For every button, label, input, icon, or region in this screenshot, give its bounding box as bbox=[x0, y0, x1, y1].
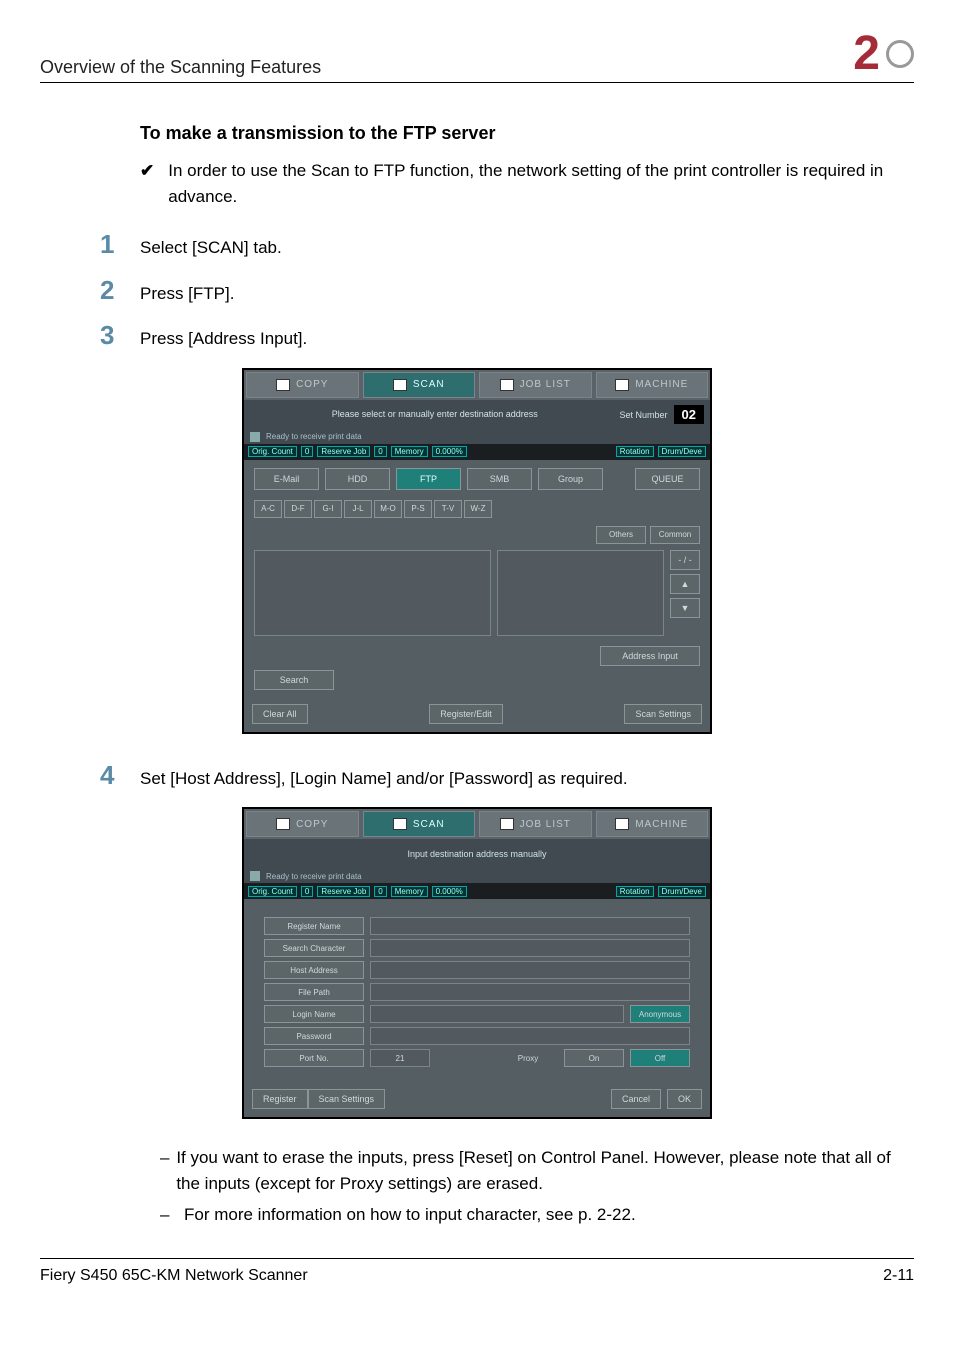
tab-copy[interactable]: COPY bbox=[246, 372, 359, 398]
password-button[interactable]: Password bbox=[264, 1027, 364, 1045]
step-number: 1 bbox=[100, 229, 140, 260]
ready-text: Ready to receive print data bbox=[266, 432, 362, 441]
scroll-down-button[interactable]: ▼ bbox=[670, 598, 700, 618]
dash-bullet: – bbox=[160, 1202, 184, 1228]
register-edit-button[interactable]: Register/Edit bbox=[429, 704, 503, 724]
footer-left: Fiery S450 65C-KM Network Scanner bbox=[40, 1267, 308, 1285]
host-address-button[interactable]: Host Address bbox=[264, 961, 364, 979]
proxy-label: Proxy bbox=[498, 1049, 558, 1067]
alpha-tab[interactable]: P-S bbox=[404, 500, 432, 518]
machine-icon bbox=[615, 818, 629, 830]
alpha-tab[interactable]: G-I bbox=[314, 500, 342, 518]
queue-button[interactable]: QUEUE bbox=[635, 468, 700, 490]
tab-copy[interactable]: COPY bbox=[246, 811, 359, 837]
common-button[interactable]: Common bbox=[650, 526, 700, 544]
port-no-button[interactable]: Port No. bbox=[264, 1049, 364, 1067]
note-text: In order to use the Scan to FTP function… bbox=[168, 158, 914, 209]
register-name-button[interactable]: Register Name bbox=[264, 917, 364, 935]
memory-label: Memory bbox=[391, 446, 428, 457]
step-number: 2 bbox=[100, 275, 140, 306]
tab-joblist[interactable]: JOB LIST bbox=[479, 811, 592, 837]
step-number: 3 bbox=[100, 320, 140, 351]
footer-right: 2-11 bbox=[883, 1267, 914, 1285]
search-character-button[interactable]: Search Character bbox=[264, 939, 364, 957]
note-text: For more information on how to input cha… bbox=[184, 1202, 636, 1228]
set-number-value: 02 bbox=[674, 405, 704, 424]
scan-settings-button[interactable]: Scan Settings bbox=[624, 704, 702, 724]
note-text: If you want to erase the inputs, press [… bbox=[176, 1145, 914, 1196]
step-number: 4 bbox=[100, 760, 140, 791]
screenshot-scan-ftp: COPY SCAN JOB LIST MACHINE Please select… bbox=[242, 368, 712, 734]
joblist-icon bbox=[500, 379, 514, 391]
host-address-field[interactable] bbox=[370, 961, 690, 979]
alpha-tab[interactable]: T-V bbox=[434, 500, 462, 518]
scan-settings-button[interactable]: Scan Settings bbox=[308, 1089, 386, 1109]
others-button[interactable]: Others bbox=[596, 526, 646, 544]
step-text: Set [Host Address], [Login Name] and/or … bbox=[140, 766, 914, 792]
network-icon bbox=[250, 432, 260, 442]
ok-button[interactable]: OK bbox=[667, 1089, 702, 1109]
login-name-button[interactable]: Login Name bbox=[264, 1005, 364, 1023]
tab-joblist[interactable]: JOB LIST bbox=[479, 372, 592, 398]
smb-button[interactable]: SMB bbox=[467, 468, 532, 490]
drum-label: Drum/Deve bbox=[658, 446, 706, 457]
scroll-up-button[interactable]: ▲ bbox=[670, 574, 700, 594]
chapter-number: 2 bbox=[853, 30, 880, 78]
tab-machine[interactable]: MACHINE bbox=[596, 372, 709, 398]
joblist-icon bbox=[500, 818, 514, 830]
checkmark-icon: ✔ bbox=[140, 158, 154, 209]
alpha-tab[interactable]: A-C bbox=[254, 500, 282, 518]
search-character-field[interactable] bbox=[370, 939, 690, 957]
copy-icon bbox=[276, 379, 290, 391]
step-text: Press [FTP]. bbox=[140, 281, 914, 307]
tab-machine[interactable]: MACHINE bbox=[596, 811, 709, 837]
scan-icon bbox=[393, 379, 407, 391]
password-field[interactable] bbox=[370, 1027, 690, 1045]
copy-icon bbox=[276, 818, 290, 830]
search-button[interactable]: Search bbox=[254, 670, 334, 690]
network-icon bbox=[250, 871, 260, 881]
file-path-button[interactable]: File Path bbox=[264, 983, 364, 1001]
ftp-button[interactable]: FTP bbox=[396, 468, 461, 490]
email-button[interactable]: E-Mail bbox=[254, 468, 319, 490]
step-text: Select [SCAN] tab. bbox=[140, 235, 914, 261]
orig-count-label: Orig. Count bbox=[248, 446, 297, 457]
cancel-button[interactable]: Cancel bbox=[611, 1089, 661, 1109]
tab-scan[interactable]: SCAN bbox=[363, 372, 476, 398]
subsection-heading: To make a transmission to the FTP server bbox=[140, 123, 914, 144]
address-list-right[interactable] bbox=[497, 550, 664, 636]
clear-all-button[interactable]: Clear All bbox=[252, 704, 308, 724]
register-name-field[interactable] bbox=[370, 917, 690, 935]
section-title: Overview of the Scanning Features bbox=[40, 57, 843, 78]
dash-bullet: – bbox=[160, 1145, 176, 1196]
set-number-label: Set Number bbox=[620, 410, 668, 420]
port-no-value: 21 bbox=[370, 1049, 430, 1067]
group-button[interactable]: Group bbox=[538, 468, 603, 490]
alpha-tab[interactable]: M-O bbox=[374, 500, 402, 518]
message-text: Input destination address manually bbox=[250, 849, 704, 860]
proxy-off-button[interactable]: Off bbox=[630, 1049, 690, 1067]
hdd-button[interactable]: HDD bbox=[325, 468, 390, 490]
file-path-field[interactable] bbox=[370, 983, 690, 1001]
step-text: Press [Address Input]. bbox=[140, 326, 914, 352]
ready-text: Ready to receive print data bbox=[266, 872, 362, 881]
screenshot-address-input: COPY SCAN JOB LIST MACHINE Input destina… bbox=[242, 807, 712, 1119]
alpha-tab[interactable]: D-F bbox=[284, 500, 312, 518]
address-list-left[interactable] bbox=[254, 550, 491, 636]
address-input-button[interactable]: Address Input bbox=[600, 646, 700, 666]
login-name-field[interactable] bbox=[370, 1005, 624, 1023]
machine-icon bbox=[615, 379, 629, 391]
scan-icon bbox=[393, 818, 407, 830]
anonymous-button[interactable]: Anonymous bbox=[630, 1005, 690, 1023]
page-indicator: - / - bbox=[670, 550, 700, 570]
tab-scan[interactable]: SCAN bbox=[363, 811, 476, 837]
reserve-job-label: Reserve Job bbox=[317, 446, 370, 457]
alpha-tab[interactable]: J-L bbox=[344, 500, 372, 518]
message-text: Please select or manually enter destinat… bbox=[250, 409, 620, 420]
chapter-ring-icon bbox=[886, 40, 914, 68]
register-button[interactable]: Register bbox=[252, 1089, 308, 1109]
rotation-label: Rotation bbox=[616, 446, 654, 457]
proxy-on-button[interactable]: On bbox=[564, 1049, 624, 1067]
alpha-tab[interactable]: W-Z bbox=[464, 500, 492, 518]
